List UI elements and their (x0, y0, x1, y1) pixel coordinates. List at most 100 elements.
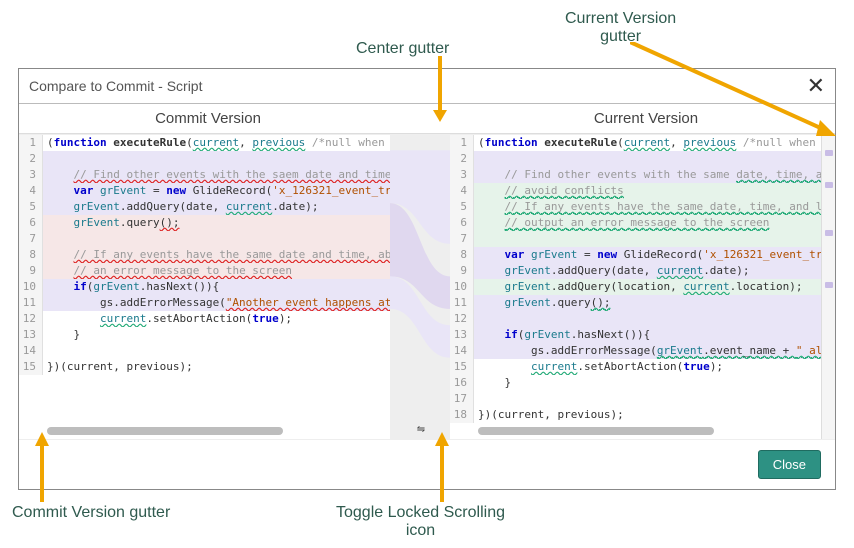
current-line[interactable]: 17 (450, 391, 821, 407)
commit-line[interactable]: 7 (19, 231, 390, 247)
commit-line[interactable]: 11 gs.addErrorMessage("Another event hap… (19, 295, 390, 311)
line-number: 8 (450, 247, 474, 263)
line-number: 16 (450, 375, 474, 391)
line-number: 1 (19, 135, 43, 151)
current-line[interactable]: 3 // Find other events with the same dat… (450, 167, 821, 183)
line-content: var grEvent = new GlideRecord('x_126321_… (474, 247, 821, 263)
line-content (474, 311, 821, 327)
annotation-toggle-lock: Toggle Locked Scrollingicon (336, 504, 505, 540)
commit-line[interactable]: 2 (19, 151, 390, 167)
commit-line[interactable]: 8 // If any events have the same date an… (19, 247, 390, 263)
line-number: 15 (19, 359, 43, 375)
line-content: // If any events have the same date, tim… (474, 199, 821, 215)
line-number: 4 (450, 183, 474, 199)
line-content: } (43, 327, 390, 343)
commit-line[interactable]: 3 // Find other events with the saem dat… (19, 167, 390, 183)
line-content: var grEvent = new GlideRecord('x_126321_… (43, 183, 390, 199)
line-number: 3 (450, 167, 474, 183)
current-line[interactable]: 16 } (450, 375, 821, 391)
line-content: // If any events have the same date and … (43, 247, 390, 263)
line-content: grEvent.query(); (474, 295, 821, 311)
commit-line[interactable]: 14 (19, 343, 390, 359)
current-version-pane: 1(function executeRule(current, previous… (450, 134, 821, 439)
line-number: 10 (19, 279, 43, 295)
commit-line[interactable]: 5 grEvent.addQuery(date, current.date); (19, 199, 390, 215)
current-line[interactable]: 8 var grEvent = new GlideRecord('x_12632… (450, 247, 821, 263)
line-content: gs.addErrorMessage(grEvent.event_name + … (474, 343, 821, 359)
line-content: grEvent.query(); (43, 215, 390, 231)
commit-line[interactable]: 15})(current, previous); (19, 359, 390, 375)
line-number: 15 (450, 359, 474, 375)
current-line[interactable]: 4 // avoid conflicts (450, 183, 821, 199)
line-content: if(grEvent.hasNext()){ (43, 279, 390, 295)
annotation-commit-version-gutter: Commit Version gutter (12, 504, 170, 522)
line-content (43, 231, 390, 247)
line-number: 6 (450, 215, 474, 231)
current-line[interactable]: 18})(current, previous); (450, 407, 821, 423)
commit-line[interactable]: 9 // an error message to the screen (19, 263, 390, 279)
current-line[interactable]: 9 grEvent.addQuery(date, current.date); (450, 263, 821, 279)
current-line[interactable]: 12 (450, 311, 821, 327)
line-content: grEvent.addQuery(date, current.date); (474, 263, 821, 279)
commit-hscrollbar[interactable] (47, 425, 384, 437)
line-number: 12 (19, 311, 43, 327)
header-commit-version: Commit Version (19, 104, 397, 133)
line-content: // an error message to the screen (43, 263, 390, 279)
toggle-locked-scrolling-icon[interactable]: ⇋ (417, 424, 423, 435)
current-line[interactable]: 7 (450, 231, 821, 247)
commit-version-pane: 1(function executeRule(current, previous… (19, 134, 390, 439)
line-content: gs.addErrorMessage("Another event happen… (43, 295, 390, 311)
dialog-title: Compare to Commit - Script (29, 78, 202, 94)
line-content (474, 151, 821, 167)
line-content: current.setAbortAction(true); (43, 311, 390, 327)
current-line[interactable]: 5 // If any events have the same date, t… (450, 199, 821, 215)
line-number: 5 (450, 199, 474, 215)
line-number: 2 (450, 151, 474, 167)
line-number: 12 (450, 311, 474, 327)
line-content: })(current, previous); (43, 359, 390, 375)
line-number: 6 (19, 215, 43, 231)
line-content: grEvent.addQuery(location, current.locat… (474, 279, 821, 295)
line-number: 11 (450, 295, 474, 311)
current-version-gutter[interactable] (821, 134, 835, 439)
line-content (43, 151, 390, 167)
current-line[interactable]: 6 // output an error message to the scre… (450, 215, 821, 231)
line-number: 3 (19, 167, 43, 183)
line-content: } (474, 375, 821, 391)
annotation-current-version-gutter: Current Versiongutter (565, 10, 676, 46)
line-content (474, 391, 821, 407)
current-line[interactable]: 13 if(grEvent.hasNext()){ (450, 327, 821, 343)
current-line[interactable]: 2 (450, 151, 821, 167)
commit-line[interactable]: 10 if(grEvent.hasNext()){ (19, 279, 390, 295)
commit-line[interactable]: 4 var grEvent = new GlideRecord('x_12632… (19, 183, 390, 199)
current-line[interactable]: 15 current.setAbortAction(true); (450, 359, 821, 375)
commit-line[interactable]: 1(function executeRule(current, previous… (19, 135, 390, 151)
line-number: 5 (19, 199, 43, 215)
current-code-area[interactable]: 1(function executeRule(current, previous… (450, 135, 821, 423)
line-number: 1 (450, 135, 474, 151)
line-number: 7 (450, 231, 474, 247)
current-line[interactable]: 14 gs.addErrorMessage(grEvent.event_name… (450, 343, 821, 359)
line-number: 18 (450, 407, 474, 423)
current-line[interactable]: 11 grEvent.query(); (450, 295, 821, 311)
commit-code-area[interactable]: 1(function executeRule(current, previous… (19, 135, 390, 423)
line-content: // output an error message to the screen (474, 215, 821, 231)
line-content: })(current, previous); (474, 407, 821, 423)
line-number: 7 (19, 231, 43, 247)
current-hscrollbar[interactable] (478, 425, 815, 437)
line-content: (function executeRule(current, previous … (43, 135, 390, 151)
commit-line[interactable]: 13 } (19, 327, 390, 343)
line-number: 13 (19, 327, 43, 343)
line-number: 8 (19, 247, 43, 263)
line-number: 9 (450, 263, 474, 279)
line-content (474, 231, 821, 247)
current-line[interactable]: 10 grEvent.addQuery(location, current.lo… (450, 279, 821, 295)
dialog-footer: Close (19, 439, 835, 489)
commit-line[interactable]: 6 grEvent.query(); (19, 215, 390, 231)
close-button[interactable]: Close (758, 450, 821, 479)
line-number: 17 (450, 391, 474, 407)
commit-line[interactable]: 12 current.setAbortAction(true); (19, 311, 390, 327)
line-number: 9 (19, 263, 43, 279)
line-content: // avoid conflicts (474, 183, 821, 199)
line-number: 14 (19, 343, 43, 359)
